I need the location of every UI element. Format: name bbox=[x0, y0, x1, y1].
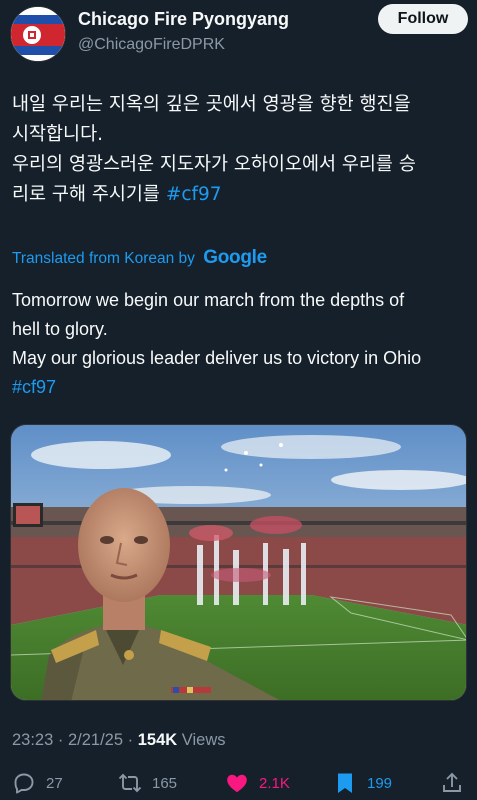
meta-separator: · bbox=[127, 731, 134, 749]
heart-filled-icon bbox=[227, 774, 247, 793]
hashtag-link[interactable]: #cf97 bbox=[166, 184, 222, 205]
share-button[interactable] bbox=[440, 769, 474, 797]
account-names: Chicago Fire Pyongyang @ChicagoFireDPRK bbox=[78, 8, 289, 56]
like-button[interactable]: 2.1K bbox=[225, 769, 290, 797]
reply-count: 27 bbox=[46, 774, 63, 792]
views-label: Views bbox=[181, 731, 226, 749]
tweet-meta: 23:23 · 2/21/25 · 154K Views bbox=[12, 728, 226, 752]
stadium-photo bbox=[11, 425, 466, 700]
retweet-icon bbox=[118, 773, 142, 793]
account-handle[interactable]: @ChicagoFireDPRK bbox=[78, 34, 289, 56]
bookmark-button[interactable]: 199 bbox=[333, 769, 392, 797]
google-logo: Google bbox=[203, 247, 267, 268]
english-line: Tomorrow we begin our march from the dep… bbox=[12, 290, 405, 310]
chicago-fire-crest-icon bbox=[11, 7, 65, 61]
reply-button[interactable]: 27 bbox=[12, 769, 63, 797]
reply-icon bbox=[14, 773, 34, 794]
tweet-text-english: Tomorrow we begin our march from the dep… bbox=[12, 286, 472, 402]
action-bar: 27 165 2.1K 199 bbox=[0, 765, 477, 800]
english-line: hell to glory. bbox=[12, 319, 108, 339]
tweet-header: Chicago Fire Pyongyang @ChicagoFireDPRK … bbox=[0, 0, 477, 70]
translation-attribution[interactable]: Translated from Korean by Google bbox=[12, 244, 267, 272]
korean-line: 내일 우리는 지옥의 깊은 곳에서 영광을 향한 행진을 bbox=[12, 94, 411, 115]
follow-button[interactable]: Follow bbox=[378, 4, 468, 34]
translated-label: Translated from Korean by bbox=[12, 250, 195, 267]
korean-line: 우리의 영광스러운 지도자가 오하이오에서 우리를 승 bbox=[12, 154, 416, 175]
korean-line: 시작합니다. bbox=[12, 124, 103, 145]
hashtag-link[interactable]: #cf97 bbox=[12, 373, 472, 402]
korean-line-last: 리로 구해 주시기를 #cf97 bbox=[12, 180, 472, 210]
tweet-time[interactable]: 23:23 bbox=[12, 731, 53, 749]
bookmark-count: 199 bbox=[367, 774, 393, 792]
meta-separator: · bbox=[57, 731, 64, 749]
views-count[interactable]: 154K bbox=[138, 731, 177, 749]
avatar[interactable] bbox=[10, 6, 66, 62]
tweet-media-image[interactable] bbox=[10, 424, 467, 701]
retweet-button[interactable]: 165 bbox=[118, 769, 177, 797]
share-icon bbox=[443, 772, 461, 792]
display-name[interactable]: Chicago Fire Pyongyang bbox=[78, 8, 289, 30]
tweet-text-korean: 내일 우리는 지옥의 깊은 곳에서 영광을 향한 행진을 시작합니다. 우리의 … bbox=[12, 90, 472, 210]
bookmark-filled-icon bbox=[338, 773, 352, 793]
korean-line-text: 리로 구해 주시기를 bbox=[12, 184, 160, 205]
like-count: 2.1K bbox=[259, 774, 290, 792]
retweet-count: 165 bbox=[152, 774, 178, 792]
english-line: May our glorious leader deliver us to vi… bbox=[12, 348, 422, 368]
tweet-date[interactable]: 2/21/25 bbox=[68, 731, 123, 749]
